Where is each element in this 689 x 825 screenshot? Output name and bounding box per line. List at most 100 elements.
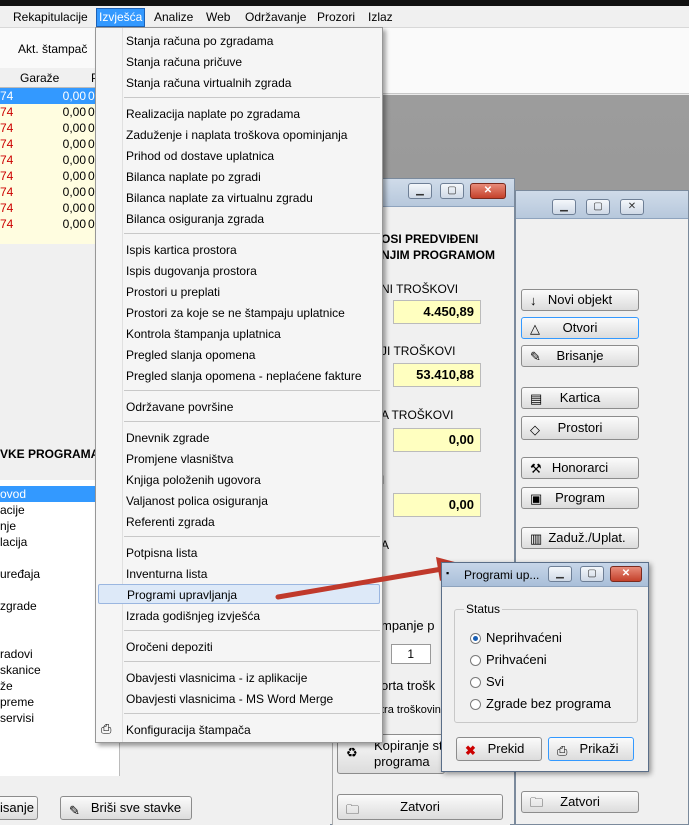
btn-label: Zatvori [560,794,600,809]
menu-item[interactable]: Inventurna lista [126,564,207,584]
menu-item[interactable]: Pregled slanja opomena - neplaćene faktu… [126,366,362,386]
radio-dot [470,633,481,644]
menu-web[interactable]: Web [204,9,232,26]
cell: 0,00 [62,201,86,215]
menu-item[interactable]: Stanja računa po zgradama [126,31,273,51]
menu-item[interactable]: Oročeni depoziti [126,637,213,657]
menu-item[interactable]: Referenti zgrada [126,512,215,532]
menu-item[interactable]: Prihod od dostave uplatnica [126,146,274,166]
prostori-button[interactable]: ◇ Prostori [521,416,639,440]
menu-item[interactable]: Bilanca naplate za virtualnu zgradu [126,188,313,208]
triangle-icon: △ [530,321,540,336]
brisanje-button[interactable]: isanje [0,796,38,820]
menu-item[interactable]: Realizacija naplate po zgradama [126,104,300,124]
menu-item[interactable]: Bilanca naplate po zgradi [126,167,261,187]
folder-icon: 🗀 [346,802,360,817]
close-icon[interactable]: ✕ [620,199,644,215]
dialog-titlebar[interactable]: ▪ Programi up... ▁ ▢ ✕ [442,563,648,587]
list-item[interactable]: radovi [0,646,33,662]
cell: 74 [0,185,14,199]
list-item[interactable]: preme [0,694,34,710]
list-item[interactable]: lacija [0,534,27,550]
menu-item[interactable]: Stanja računa virtualnih zgrada [126,73,291,93]
minimize-icon[interactable]: ▁ [408,183,432,199]
close-icon[interactable]: ✕ [470,183,506,199]
copies-spinner[interactable]: 1 [391,644,431,664]
list-item[interactable]: nje [0,518,16,534]
list-item[interactable]: zgrade [0,598,37,614]
cell: 74 [0,201,14,215]
list-item[interactable]: skanice [0,662,41,678]
honorarci-button[interactable]: ⚒ Honorarci [521,457,639,479]
program-button[interactable]: ▣ Program [521,487,639,509]
otvori-button[interactable]: △ Otvori [521,317,639,339]
menu-separator [124,630,380,631]
menu-item[interactable]: Ispis kartica prostora [126,240,237,260]
menu-separator [124,536,380,537]
menu-item[interactable]: Pregled slanja opomena [126,345,255,365]
menu-prozori[interactable]: Prozori [315,9,357,26]
radio-label: Svi [486,674,505,689]
menu-item[interactable]: Obavjesti vlasnicima - MS Word Merge [126,689,333,709]
x-icon: ✖ [465,743,476,758]
menu-item[interactable]: Valjanost polica osiguranja [126,491,268,511]
col-garaze[interactable]: Garaže [20,71,59,85]
kartica-button[interactable]: ▤ Kartica [521,387,639,409]
label-troskovi-3: A TROŠKOVI [381,408,454,422]
menu-item[interactable]: Knjiga položenih ugovora [126,470,261,490]
maximize-icon[interactable]: ▢ [440,183,464,199]
menu-item[interactable]: Konfiguracija štampača [126,720,251,740]
menu-item[interactable]: Zaduženje i naplata troškova opominjanja [126,125,347,145]
close-icon[interactable]: ✕ [610,566,642,582]
btn-label: Kartica [559,390,601,405]
prekid-button[interactable]: ✖ Prekid [456,737,542,761]
list-item[interactable]: že [0,678,13,694]
btn-label: Program [555,490,605,505]
radio-dot [470,677,481,688]
right-window-titlebar[interactable]: ▁ ▢ ✕ [516,191,688,219]
minimize-icon[interactable]: ▁ [548,566,572,582]
menu-item[interactable]: Kontrola štampanja uplatnica [126,324,281,344]
list-item[interactable]: acije [0,502,25,518]
heading-line-2: NJIM PROGRAMOM [381,248,495,262]
kopiranje-label: Kopiranje st [374,738,443,753]
menu-item[interactable]: Potpisna lista [126,543,197,563]
list-item[interactable]: uređaja [0,566,40,582]
radio-dot [470,655,481,666]
menu-rekapitulacije[interactable]: Rekapitulacije [11,9,90,26]
izvjesca-dropdown: Stanja računa po zgradama Stanja računa … [95,27,383,743]
list-item[interactable]: servisi [0,710,34,726]
novi-objekt-button[interactable]: ↓ Novi objekt [521,289,639,311]
minimize-icon[interactable]: ▁ [552,199,576,215]
menu-item[interactable]: Izrada godišnjeg izvješća [126,606,260,626]
printer-icon: ⎙ [101,721,112,736]
menu-item[interactable]: Ispis dugovanja prostora [126,261,257,281]
menu-item[interactable]: Dnevnik zgrade [126,428,209,448]
menu-izlaz[interactable]: Izlaz [366,9,395,26]
menu-item[interactable]: Prostori za koje se ne štampaju uplatnic… [126,303,345,323]
eraser-icon: ✎ [530,349,541,364]
menu-odrzavanje[interactable]: Održavanje [243,9,308,26]
zatvori-label: Zatvori [400,799,440,814]
brisi-sve-button[interactable]: ✎ Briši sve stavke [60,796,192,820]
menu-izvjesca[interactable]: Izvješća [96,8,146,27]
maximize-icon[interactable]: ▢ [580,566,604,582]
zatvori-button-middle[interactable]: 🗀 Zatvori [337,794,503,820]
zatvori-button[interactable]: 🗀 Zatvori [521,791,639,813]
prikazi-button[interactable]: ⎙ Prikaži [548,737,634,761]
menu-item[interactable]: Promjene vlasništva [126,449,233,469]
menu-item[interactable]: Stanja računa pričuve [126,52,242,72]
zaduz-uplat-button[interactable]: ▥ Zaduž./Uplat. [521,527,639,549]
cell: 0,00 [62,185,86,199]
maximize-icon[interactable]: ▢ [586,199,610,215]
btn-label: Novi objekt [547,292,613,307]
recycle-icon: ♻ [346,745,358,760]
menu-item[interactable]: Obavjesti vlasnicima - iz aplikacije [126,668,307,688]
menu-analize[interactable]: Analize [152,9,195,26]
menu-item[interactable]: Prostori u preplati [126,282,220,302]
menu-item[interactable]: Bilanca osiguranja zgrada [126,209,264,229]
brisanje-button[interactable]: ✎ Brisanje [521,345,639,367]
menu-item[interactable]: Održavane površine [126,397,233,417]
menu-separator [124,97,380,98]
heading-line-1: OSI PREDVIĐENI [381,232,479,246]
